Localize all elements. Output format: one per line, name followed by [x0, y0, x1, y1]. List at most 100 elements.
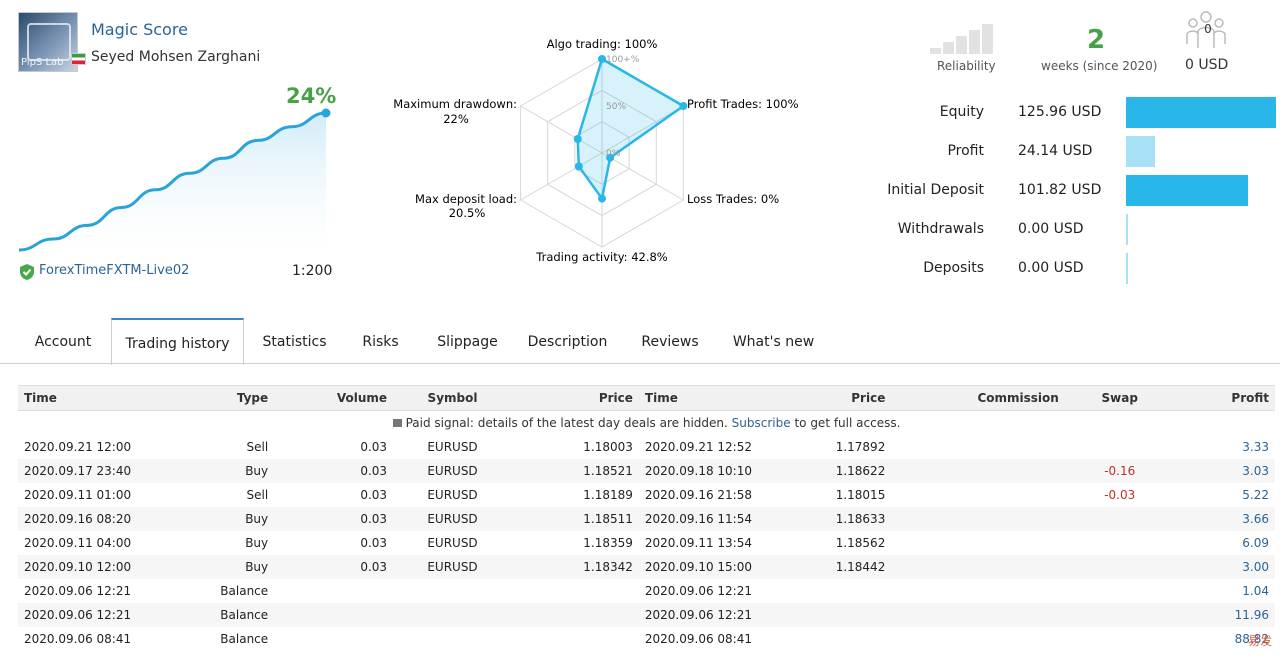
cell-time: 2020.09.06 12:21 — [638, 603, 765, 627]
subscribe-link[interactable]: Subscribe — [732, 416, 791, 430]
cell-time: 2020.09.10 12:00 — [18, 555, 156, 579]
table-row: 2020.09.17 23:40 Buy 0.03 EURUSD 1.18521 2020… — [18, 459, 1275, 483]
signal-name[interactable]: Magic Score — [91, 20, 188, 39]
tab-description[interactable]: Description — [518, 318, 617, 363]
cell-type: Balance — [220, 632, 269, 646]
column-header-symbol[interactable]: Symbol — [393, 385, 512, 411]
cell-volume: 0.03 — [360, 488, 388, 502]
radar-point-4 — [574, 162, 583, 171]
cell-profit: 3.00 — [1174, 555, 1275, 579]
column-header-swap[interactable]: Swap — [1064, 385, 1175, 411]
stat-value-initial-deposit: 101.82 USD — [1018, 182, 1102, 198]
cell-price: 1.18359 — [583, 536, 633, 550]
radar-label-profit-trades: Profit Trades: 100% — [687, 97, 799, 111]
cell-symbol: EURUSD — [393, 507, 512, 531]
cell-profit: 5.22 — [1242, 488, 1269, 502]
cell-profit: 3.33 — [1242, 440, 1269, 454]
cell-symbol: EURUSD — [427, 488, 478, 502]
cell-profit: 11.96 — [1174, 603, 1275, 627]
table-row: 2020.09.06 12:21 Balance 2020.09.06 12:21 1… — [18, 603, 1275, 627]
tab-statistics[interactable]: Statistics — [247, 318, 342, 363]
tab-what-s-new[interactable]: What's new — [722, 318, 825, 363]
cell-symbol: EURUSD — [393, 555, 512, 579]
reliability-bars-icon — [930, 24, 993, 54]
radar-tick-100: 100+% — [606, 55, 640, 65]
table-row: 2020.09.06 08:41 Balance 2020.09.06 08:41 8… — [18, 627, 1275, 651]
cell-time: 2020.09.06 12:21 — [24, 584, 132, 598]
tab-slippage[interactable]: Slippage — [420, 318, 515, 363]
tab-trading-history[interactable]: Trading history — [111, 318, 244, 365]
cell-time: 2020.09.11 01:00 — [24, 488, 132, 502]
stat-value-equity: 125.96 USD — [1018, 104, 1102, 120]
stat-bar-deposits — [1126, 253, 1128, 284]
cell-price: 1.18189 — [583, 488, 633, 502]
avatar-frame — [27, 23, 71, 61]
cell-profit: 6.09 — [1242, 536, 1269, 550]
tab-account[interactable]: Account — [18, 318, 108, 363]
cell-volume: 0.03 — [360, 536, 388, 550]
cell-profit: 3.66 — [1174, 507, 1275, 531]
column-header-commission[interactable]: Commission — [891, 385, 1065, 411]
cell-time: 2020.09.16 08:20 — [18, 507, 156, 531]
column-header-time[interactable]: Time — [18, 385, 156, 411]
radar-point-3 — [598, 194, 606, 203]
cell-commission — [891, 555, 1065, 579]
column-header-price[interactable]: Price — [764, 385, 892, 411]
cell-commission — [891, 531, 1064, 555]
cell-time: 2020.09.11 13:54 — [644, 536, 752, 550]
table-header-row: Time Type Volume Symbol Price Time Price Commis… — [18, 385, 1275, 411]
cell-type: Balance — [155, 603, 275, 627]
table-row: 2020.09.10 12:00 Buy 0.03 EURUSD 1.18342 2020… — [18, 555, 1275, 579]
author-name[interactable]: Seyed Mohsen Zarghani — [91, 49, 260, 65]
cell-type: Buy — [155, 507, 275, 531]
cell-swap — [1064, 507, 1175, 531]
cell-type: Balance — [220, 584, 269, 598]
radar-point-5 — [573, 134, 582, 143]
cell-commission — [891, 579, 1064, 603]
cell-symbol: EURUSD — [427, 536, 478, 550]
tab-reviews[interactable]: Reviews — [632, 318, 708, 363]
cell-commission — [891, 603, 1065, 627]
cell-price — [764, 579, 891, 603]
cell-time: 2020.09.11 04:00 — [24, 536, 132, 550]
radar-tick-0: 0% — [606, 149, 621, 159]
watermark-logo: 易发 — [1247, 634, 1272, 648]
stat-label-initial-deposit: Initial Deposit — [887, 182, 984, 198]
cell-volume — [274, 603, 394, 627]
cell-swap — [1065, 627, 1175, 651]
radar-value-max-drawdown: 22% — [443, 112, 469, 126]
cell-symbol — [393, 627, 512, 651]
cell-volume: 0.03 — [274, 507, 394, 531]
growth-chart — [18, 108, 331, 255]
stat-value-withdrawals: 0.00 USD — [1018, 221, 1084, 237]
stat-value-deposits: 0.00 USD — [1018, 260, 1084, 276]
radar-polygon — [576, 57, 686, 202]
tab-risks[interactable]: Risks — [348, 318, 413, 363]
column-header-profit[interactable]: Profit — [1174, 385, 1275, 411]
cell-swap: -0.16 — [1064, 459, 1175, 483]
cell-price — [764, 627, 891, 651]
cell-time: 2020.09.06 08:41 — [24, 632, 132, 646]
cell-price: 1.17892 — [835, 440, 886, 454]
column-header-time[interactable]: Time — [638, 385, 765, 411]
growth-end-dot — [321, 108, 331, 118]
cell-price — [512, 579, 639, 603]
table-row: 2020.09.11 01:00 Sell 0.03 EURUSD 1.18189 202… — [18, 483, 1275, 507]
cell-time: 2020.09.17 23:40 — [18, 459, 156, 483]
column-header-price[interactable]: Price — [511, 385, 639, 411]
cell-time: 2020.09.10 15:00 — [638, 555, 765, 579]
radar-label-max-deposit-load: Max deposit load: — [415, 192, 517, 206]
column-header-volume[interactable]: Volume — [274, 385, 394, 411]
cell-price: 1.18622 — [764, 459, 892, 483]
radar-chart: 100+% 50% 0% Algo trading: 100% Profit T… — [393, 37, 799, 264]
cell-volume — [274, 627, 393, 651]
flag-icon — [71, 53, 86, 65]
broker-server[interactable]: ForexTimeFXTM-Live02 — [39, 263, 189, 278]
cell-price: 1.18521 — [511, 459, 639, 483]
avatar[interactable]: PipS Lab — [18, 12, 78, 72]
cell-commission — [891, 627, 1064, 651]
cell-type: Sell — [246, 440, 269, 454]
column-header-type[interactable]: Type — [155, 385, 275, 411]
radar-label-loss-trades: Loss Trades: 0% — [687, 192, 779, 206]
stat-bar-profit — [1126, 136, 1155, 167]
